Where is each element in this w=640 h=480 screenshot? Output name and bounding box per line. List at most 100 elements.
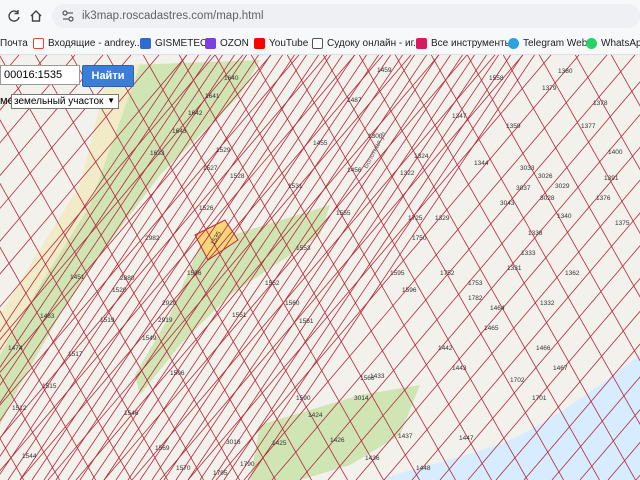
bookmark-ozon[interactable]: OZON [205,36,249,50]
plot-label[interactable]: 1596 [402,287,416,294]
plot-label[interactable]: 1464 [490,305,504,312]
plot-label[interactable]: 1375 [615,220,629,227]
plot-label[interactable]: 1347 [452,113,466,120]
plot-label[interactable]: 1546 [124,410,138,417]
bookmark-telegram[interactable]: Telegram Web [508,36,587,50]
plot-label[interactable]: 1560 [285,300,299,307]
plot-label[interactable]: 1376 [596,195,610,202]
plot-label[interactable]: 3043 [500,200,514,207]
plot-label[interactable]: 3028 [540,195,554,202]
plot-label[interactable]: 1551 [232,312,246,319]
plot-label[interactable]: 1544 [22,453,36,460]
plot-label[interactable]: 1552 [265,280,279,287]
plot-label[interactable]: 1553 [296,245,310,252]
plot-label[interactable]: 1529 [216,147,230,154]
plot-label[interactable]: 1790 [240,461,254,468]
plot-label[interactable]: 1436 [365,455,379,462]
plot-label[interactable]: 1561 [299,318,313,325]
object-type-select[interactable]: земельный участок ▼ [11,94,119,109]
plot-label[interactable]: 1359 [506,123,520,130]
plot-label[interactable]: 1795 [213,470,227,477]
search-button[interactable]: Найти [82,65,134,87]
plot-label[interactable]: 1641 [205,93,219,100]
plot-label[interactable]: 1640 [224,75,238,82]
bookmark-all-tools[interactable]: Все инструменты [416,36,512,50]
plot-label[interactable]: 1725 [408,215,422,222]
plot-label[interactable]: 1443 [452,365,466,372]
plot-label[interactable]: 1633 [150,150,164,157]
plot-label[interactable]: 1752 [440,270,454,277]
plot-label[interactable]: 2982 [145,235,159,242]
plot-label[interactable]: 1782 [468,295,482,302]
plot-label[interactable]: 1425 [272,440,286,447]
plot-label[interactable]: 1340 [557,213,571,220]
search-input[interactable] [0,65,80,85]
plot-label[interactable]: 1378 [593,100,607,107]
plot-label[interactable]: 1331 [507,265,521,272]
plot-label[interactable]: 1474 [8,345,22,352]
plot-label[interactable]: 1753 [468,280,482,287]
plot-label[interactable]: 1459 [377,67,391,74]
plot-label[interactable]: 1517 [68,351,82,358]
plot-label[interactable]: 1447 [459,435,473,442]
plot-label[interactable]: 1643 [172,128,186,135]
plot-label[interactable]: 1448 [416,465,430,472]
plot-label[interactable]: 1344 [474,160,488,167]
plot-label[interactable]: 1487 [347,97,361,104]
bookmark-inbox[interactable]: Входящие - andrey... [33,36,142,50]
plot-label[interactable]: 3033 [520,165,534,172]
plot-label[interactable]: 2919 [158,317,172,324]
bookmark-whatsapp[interactable]: WhatsApp [586,36,640,50]
plot-label[interactable]: 1322 [400,170,414,177]
plot-label[interactable]: 1362 [565,270,579,277]
plot-label[interactable]: 2920 [162,300,176,307]
plot-label[interactable]: 2880 [120,275,134,282]
plot-label[interactable]: 1324 [414,153,428,160]
plot-label[interactable]: 1379 [542,85,556,92]
bookmark-gismeteo[interactable]: GISMETEO [140,36,208,50]
bookmark-pochta[interactable]: Почта [0,36,28,50]
plot-label[interactable]: 3016 [226,439,240,446]
plot-label[interactable]: 1701 [532,395,546,402]
plot-label[interactable]: 1519 [100,317,114,324]
plot-label[interactable]: 1570 [176,465,190,472]
plot-label[interactable]: 1455 [313,140,327,147]
plot-label[interactable]: 1377 [581,123,595,130]
plot-label[interactable]: 1463 [40,313,54,320]
plot-label[interactable]: 1569 [155,445,169,452]
plot-label[interactable]: 1595 [390,270,404,277]
plot-label[interactable]: 1549 [142,335,156,342]
plot-label[interactable]: 1526 [199,205,213,212]
plot-label[interactable]: 1467 [553,365,567,372]
plot-label[interactable]: 1520 [112,287,126,294]
plot-label[interactable]: 1333 [521,250,535,257]
plot-label[interactable]: 1555 [336,210,350,217]
plot-label[interactable]: 1512 [12,405,26,412]
plot-label[interactable]: 1391 [604,175,618,182]
plot-label[interactable]: 1536 [187,270,201,277]
plot-label[interactable]: 1515 [42,383,56,390]
plot-label[interactable]: 1466 [536,345,550,352]
plot-label[interactable]: 1527 [203,165,217,172]
plot-label[interactable]: 1442 [438,345,452,352]
plot-label[interactable]: 3014 [354,395,368,402]
plot-label[interactable]: 1456 [347,167,361,174]
plot-label[interactable]: 1338 [528,230,542,237]
home-icon[interactable] [26,6,46,26]
plot-label[interactable]: 1590 [296,395,310,402]
plot-label[interactable]: 1332 [540,300,554,307]
url-field[interactable]: ik3map.roscadastres.com/map.html [52,4,640,28]
reload-icon[interactable] [4,6,24,26]
plot-label[interactable]: 1451 [70,274,84,281]
plot-label[interactable]: 1506 [170,370,184,377]
plot-label[interactable]: 1424 [308,412,322,419]
plot-label[interactable]: 1642 [188,110,202,117]
plot-label[interactable]: 1750 [412,235,426,242]
plot-label[interactable]: 3037 [516,185,530,192]
plot-label[interactable]: 1531 [288,183,302,190]
plot-label[interactable]: 1400 [608,149,622,156]
plot-label[interactable]: 1702 [510,377,524,384]
plot-label[interactable]: 1380 [558,68,572,75]
plot-label[interactable]: 1465 [484,325,498,332]
plot-label[interactable]: 1426 [330,437,344,444]
